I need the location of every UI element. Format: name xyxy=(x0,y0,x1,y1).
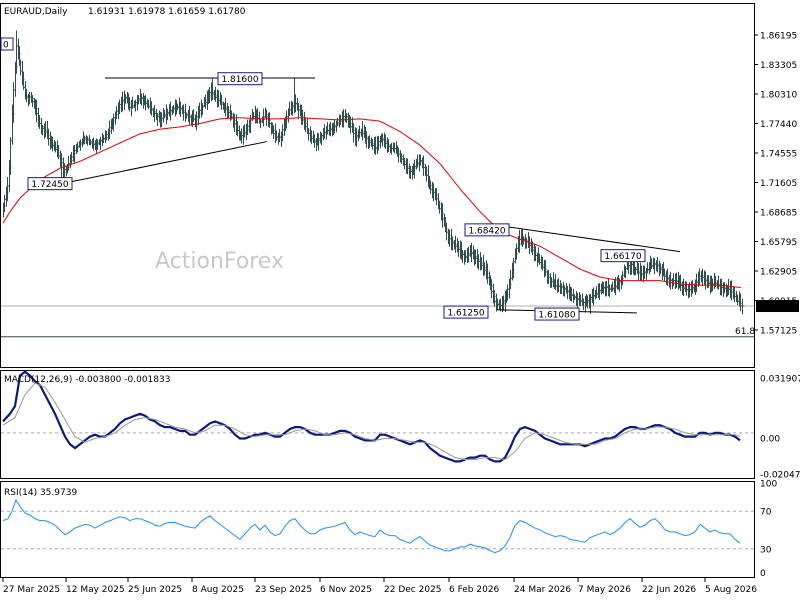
rsi-line xyxy=(2,498,741,554)
price-label-text: 1.61250 xyxy=(447,309,484,319)
rsi-y-tick-label: 30 xyxy=(760,545,772,555)
price-y-tick-label: 1.74555 xyxy=(760,150,797,160)
macd-y-tick-label: 0.031907 xyxy=(760,375,800,385)
chart-stage: ActionForex 61.8 1.816001.724501.684201.… xyxy=(0,3,800,595)
x-tick-label: 25 Jun 2025 xyxy=(128,585,182,595)
x-tick-label: 12 May 2025 xyxy=(66,585,125,595)
macd-lines xyxy=(2,370,741,463)
rsi-y-tick-label: 70 xyxy=(760,508,772,518)
x-tick-label: 22 Jun 2026 xyxy=(642,585,696,595)
price-y-tick-label: 1.71605 xyxy=(760,179,797,189)
price-label-text: 1.66170 xyxy=(604,252,641,262)
price-header-symbol: EURAUD,Daily xyxy=(4,7,68,17)
rsi-y-tick-label: 100 xyxy=(760,480,777,490)
price-y-tick-label: 1.68685 xyxy=(760,209,797,219)
rsi-y-tick-label: 0 xyxy=(760,569,766,579)
x-tick-label: 27 Mar 2025 xyxy=(3,585,60,595)
fibonacci-label: 61.8 xyxy=(735,327,755,337)
price-y-tick-label: 1.65795 xyxy=(760,238,797,248)
x-tick-label: 5 Aug 2026 xyxy=(705,585,757,595)
x-tick-label: 6 Feb 2026 xyxy=(449,585,500,595)
macd-y-tick-label: 0.00 xyxy=(760,435,780,445)
macd-header: MACD(12,26,9) -0.003800 -0.001833 xyxy=(4,375,170,385)
price-y-tick-label: 1.57125 xyxy=(760,327,797,337)
price-label-text: 1.81600 xyxy=(221,75,258,85)
x-tick-label: 23 Sep 2025 xyxy=(255,585,312,595)
watermark: ActionForex xyxy=(155,249,284,274)
macd-signal-line xyxy=(2,382,741,461)
macd-panel-frame xyxy=(0,370,755,479)
price-label-text: 1.61080 xyxy=(538,311,575,321)
x-tick-label: 24 Mar 2026 xyxy=(514,585,571,595)
reference-lines: 61.8 xyxy=(1,305,755,550)
rsi-line xyxy=(2,498,741,554)
x-tick-label: 22 Dec 2025 xyxy=(384,585,442,595)
price-y-tick-label: 1.60015 xyxy=(760,297,797,307)
x-tick-label: 6 Nov 2025 xyxy=(320,585,372,595)
price-y-tick-label: 1.86195 xyxy=(760,32,797,42)
macd-main-line xyxy=(2,370,741,463)
x-tick-label: 8 Aug 2025 xyxy=(192,585,244,595)
rsi-header: RSI(14) 35.9739 xyxy=(4,488,77,498)
rsi-panel-frame xyxy=(0,481,755,578)
price-panel-frame xyxy=(0,3,755,368)
price-y-tick-label: 1.83305 xyxy=(760,61,797,71)
price-label-text: 1.68420 xyxy=(468,226,505,236)
x-tick-label: 7 May 2026 xyxy=(578,585,631,595)
price-label-text: 1.72450 xyxy=(31,180,68,190)
axis-ticks: 1.86195 1.83305 1.80310 1.77440 1.74555 1.716… xyxy=(2,32,800,595)
top-left-marker-text: 0 xyxy=(3,41,9,51)
price-y-tick-label: 1.62905 xyxy=(760,268,797,278)
price-y-tick-label: 1.80310 xyxy=(760,91,797,101)
price-header-ohlc: 1.61931 1.61978 1.61659 1.61780 xyxy=(88,7,246,17)
price-y-tick-label: 1.77440 xyxy=(760,120,797,130)
